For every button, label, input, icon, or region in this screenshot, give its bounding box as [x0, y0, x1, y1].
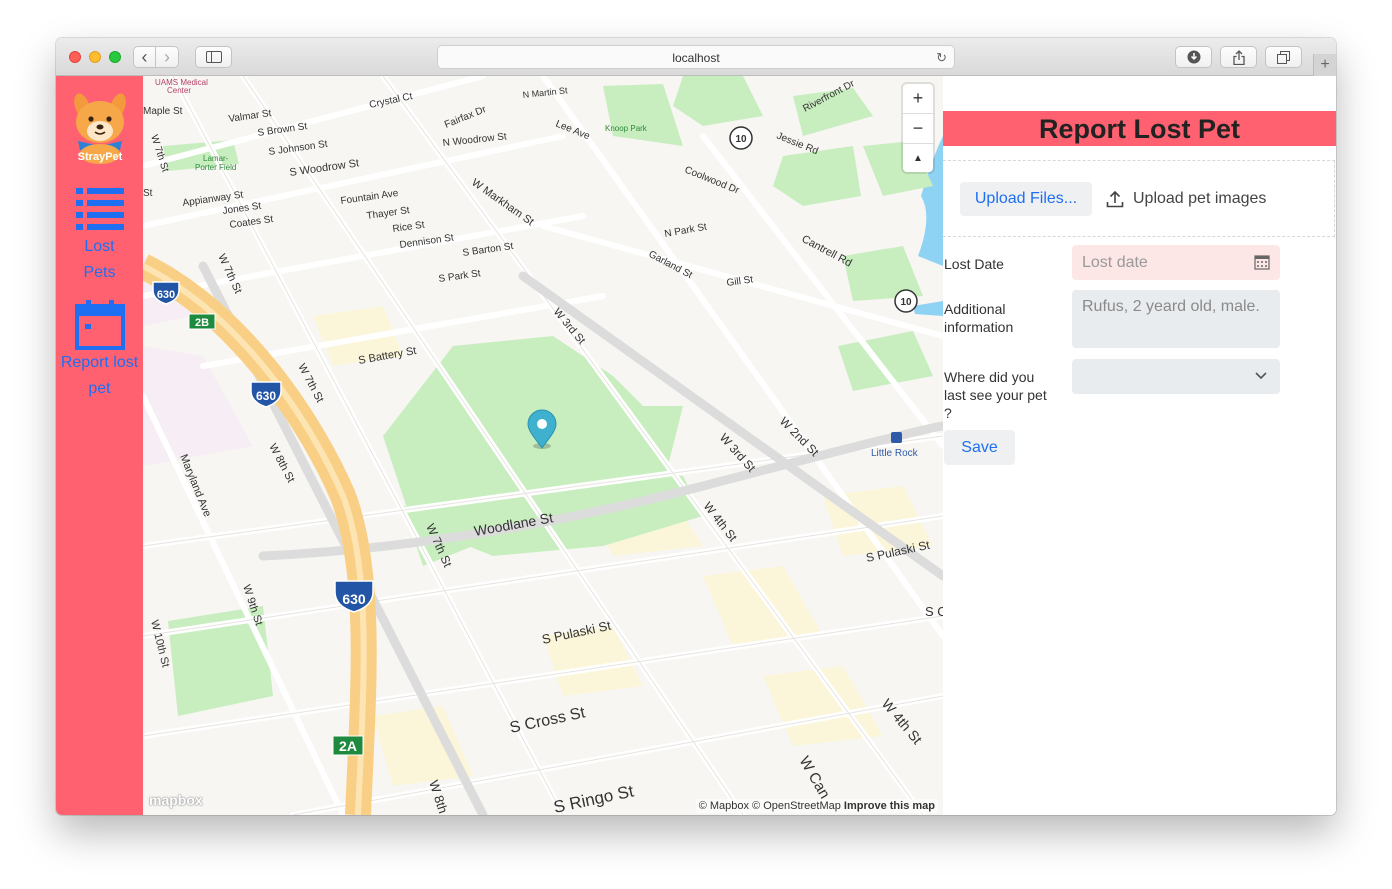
report-form-panel: Report Lost Pet Upload Files... Upload p… [943, 76, 1336, 815]
map-shield-i630: 630 [342, 591, 366, 607]
forward-icon: › [164, 46, 170, 67]
map-canvas[interactable]: 630 630 630 2B 2A 10 10 UAMS Medical Cen… [143, 76, 943, 815]
forward-button[interactable]: › [155, 46, 179, 68]
compass-button[interactable]: ▲ [903, 144, 933, 173]
map-shield-i630: 630 [256, 389, 276, 403]
lost-date-label: Lost Date [944, 256, 1004, 272]
tabs-icon [1276, 50, 1290, 64]
sidebar-item-label: pet [88, 380, 111, 397]
map-exit-2a: 2A [339, 738, 357, 754]
map-label: Lamar- [203, 154, 229, 163]
additional-info-textarea[interactable] [1072, 290, 1280, 348]
straypet-logo[interactable]: StrayPet [64, 82, 136, 164]
browser-toolbar: ‹ › localhost ↻ + [56, 38, 1336, 76]
where-seen-label: Where did you last see your pet ? [944, 368, 1047, 422]
additional-info-label-line: information [944, 319, 1014, 335]
map-shield-hwy10: 10 [735, 134, 747, 145]
improve-map-link[interactable]: Improve this map [844, 800, 935, 812]
sidebar: StrayPet Lost Pets Report lost pet [56, 76, 143, 815]
upload-hint-text: Upload pet images [1133, 190, 1267, 207]
save-button[interactable]: Save [944, 430, 1015, 465]
map-attribution: © Mapbox © OpenStreetMap Improve this ma… [695, 799, 938, 813]
map-shield-i630: 630 [157, 289, 175, 301]
where-seen-label-line: Where did you [944, 369, 1035, 385]
additional-info-field[interactable] [1072, 290, 1280, 348]
calendar-icon [74, 300, 125, 350]
sidebar-toggle-button[interactable] [195, 46, 232, 68]
map-label: Maple St [143, 106, 183, 117]
upload-dropzone[interactable]: Upload Files... Upload pet images [943, 160, 1335, 237]
map-label: Knoop Park [605, 124, 648, 133]
calendar-picker-icon[interactable] [1254, 254, 1270, 270]
attribution-text[interactable]: © Mapbox © OpenStreetMap [699, 800, 841, 812]
map-label: Little Rock [871, 448, 919, 459]
page-title: Report Lost Pet [943, 111, 1336, 146]
where-seen-select[interactable] [1072, 359, 1280, 394]
additional-info-label-line: Additional [944, 301, 1006, 317]
share-icon [1232, 49, 1245, 65]
upload-hint: Upload pet images [1106, 182, 1266, 216]
sidebar-item-label: Report lost [60, 354, 139, 371]
where-seen-label-line: ? [944, 405, 952, 421]
close-window-button[interactable] [69, 51, 81, 63]
zoom-out-button[interactable]: − [903, 114, 933, 144]
reload-icon[interactable]: ↻ [936, 50, 947, 66]
mapbox-logo[interactable]: mapbox [149, 792, 203, 808]
map-label: Center [167, 86, 191, 95]
list-icon [75, 188, 124, 230]
sidebar-toggle-icon [205, 51, 222, 63]
map-exit-2b: 2B [195, 317, 209, 329]
download-icon [1187, 50, 1200, 64]
upload-icon [1106, 190, 1124, 208]
address-bar[interactable]: localhost ↻ [437, 45, 955, 69]
map-navigation-control: + − ▲ [903, 84, 933, 172]
additional-info-label: Additional information [944, 300, 1013, 336]
sidebar-item-label: Lost [84, 238, 115, 255]
plus-icon: + [1320, 56, 1330, 73]
back-icon: ‹ [141, 46, 148, 67]
where-seen-label-line: last see your pet [944, 387, 1047, 403]
sidebar-item-label: Pets [83, 264, 116, 281]
new-tab-button[interactable]: + [1313, 54, 1336, 76]
zoom-window-button[interactable] [109, 51, 121, 63]
page-content: StrayPet Lost Pets Report lost pet 630 6… [56, 76, 1336, 815]
zoom-in-button[interactable]: + [903, 84, 933, 114]
chevron-down-icon [1255, 372, 1267, 380]
lost-date-input[interactable] [1072, 245, 1252, 280]
map-shield-hwy10: 10 [900, 297, 912, 308]
url-text: localhost [672, 51, 720, 65]
map-label: St [143, 188, 153, 199]
share-button[interactable] [1220, 46, 1257, 68]
minimize-window-button[interactable] [89, 51, 101, 63]
browser-window: ‹ › localhost ↻ + StrayPet Lost Pets Rep… [56, 38, 1336, 815]
map-label: Porter Field [195, 163, 236, 172]
back-button[interactable]: ‹ [133, 46, 156, 68]
sidebar-item-report-lost-pet[interactable]: Report lost pet [56, 300, 143, 402]
sidebar-item-lost-pets[interactable]: Lost Pets [56, 186, 143, 286]
upload-files-button[interactable]: Upload Files... [960, 182, 1092, 216]
map-view[interactable]: 630 630 630 2B 2A 10 10 UAMS Medical Cen… [143, 76, 943, 815]
tabs-overview-button[interactable] [1265, 46, 1302, 68]
map-label: S C [925, 604, 943, 619]
train-icon [891, 432, 902, 443]
logo-text: StrayPet [78, 151, 123, 163]
downloads-button[interactable] [1175, 46, 1212, 68]
lost-date-field[interactable] [1072, 245, 1280, 280]
